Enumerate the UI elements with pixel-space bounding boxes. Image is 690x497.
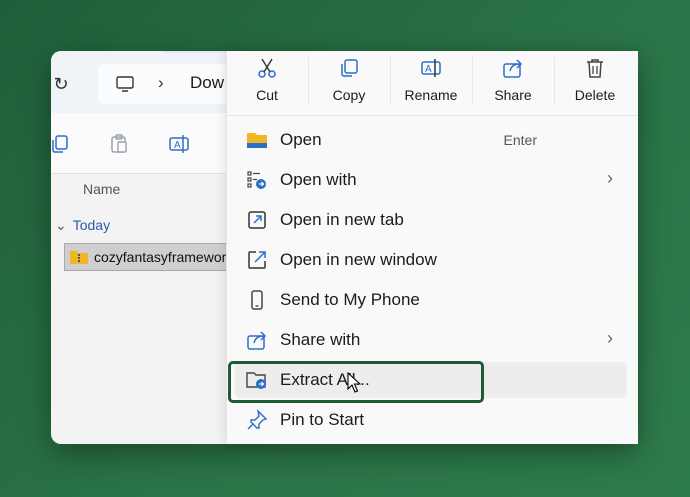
group-label: Today: [72, 217, 111, 233]
copy-button[interactable]: Copy: [309, 51, 389, 115]
file-row-selected[interactable]: cozyfantasyframework: [64, 243, 234, 271]
phone-icon: [251, 290, 263, 310]
folder-icon: [247, 133, 267, 148]
mouse-cursor-icon: [347, 372, 361, 393]
menu-item-label: Open with: [280, 170, 357, 189]
share-icon: [503, 59, 523, 78]
copy-icon[interactable]: [51, 133, 71, 155]
menu-item-open-with[interactable]: Open with ›: [235, 162, 627, 198]
copy-icon: [341, 59, 358, 77]
this-pc-icon: [116, 76, 134, 92]
menu-item-share-with[interactable]: Share with ›: [235, 322, 627, 358]
menu-item-label: Open in new tab: [280, 210, 404, 229]
pin-icon: [247, 409, 268, 430]
share-label: Share: [494, 87, 532, 103]
breadcrumb-chevron-icon[interactable]: ›: [158, 73, 164, 93]
svg-text:A: A: [174, 140, 181, 151]
cut-label: Cut: [256, 87, 278, 103]
open-with-icon: [247, 171, 266, 189]
shortcut-hint: Enter: [503, 132, 537, 148]
zip-folder-icon: [70, 251, 88, 264]
menu-item-send-to-phone[interactable]: Send to My Phone: [235, 282, 627, 318]
menu-item-label: Open: [280, 130, 322, 149]
svg-text:A: A: [425, 64, 432, 75]
paste-icon[interactable]: [108, 133, 130, 155]
breadcrumb-downloads[interactable]: Dow: [190, 73, 224, 93]
menu-item-open[interactable]: Open Enter: [235, 122, 627, 158]
menu-item-label: Send to My Phone: [280, 290, 420, 309]
menu-item-label: Pin to Start: [280, 410, 365, 429]
menu-item-label: Open in new window: [280, 250, 437, 269]
trash-icon: [587, 59, 603, 78]
column-header-name[interactable]: Name: [83, 181, 120, 197]
new-window-icon: [248, 251, 266, 269]
delete-label: Delete: [574, 87, 616, 103]
rename-button[interactable]: A Rename: [391, 51, 471, 115]
menu-item-open-new-tab[interactable]: Open in new tab: [235, 202, 627, 238]
rename-icon: A: [421, 59, 441, 77]
file-name: cozyfantasyframework: [94, 249, 234, 265]
rename-icon[interactable]: A: [168, 133, 190, 155]
share-button[interactable]: Share: [473, 51, 553, 115]
collapse-chevron-icon[interactable]: ⌄: [55, 217, 67, 233]
menu-item-open-new-window[interactable]: Open in new window: [235, 242, 627, 278]
scissors-icon: [258, 58, 276, 78]
chevron-right-icon: ›: [607, 168, 613, 188]
copy-label: Copy: [332, 87, 366, 103]
rename-label: Rename: [404, 87, 458, 103]
group-header-today[interactable]: ⌄ Today: [55, 217, 110, 234]
menu-item-pin-to-start[interactable]: Pin to Start: [235, 402, 627, 438]
refresh-icon[interactable]: ↻: [51, 74, 71, 94]
new-tab-icon: [248, 211, 266, 229]
share-with-icon: [247, 331, 267, 350]
cut-button[interactable]: Cut: [227, 51, 307, 115]
menu-item-label: Share with: [280, 330, 361, 349]
quick-actions-bar: Cut Copy A Rename Share Delete: [227, 51, 638, 116]
chevron-right-icon: ›: [607, 328, 613, 348]
delete-button[interactable]: Delete: [555, 51, 635, 115]
